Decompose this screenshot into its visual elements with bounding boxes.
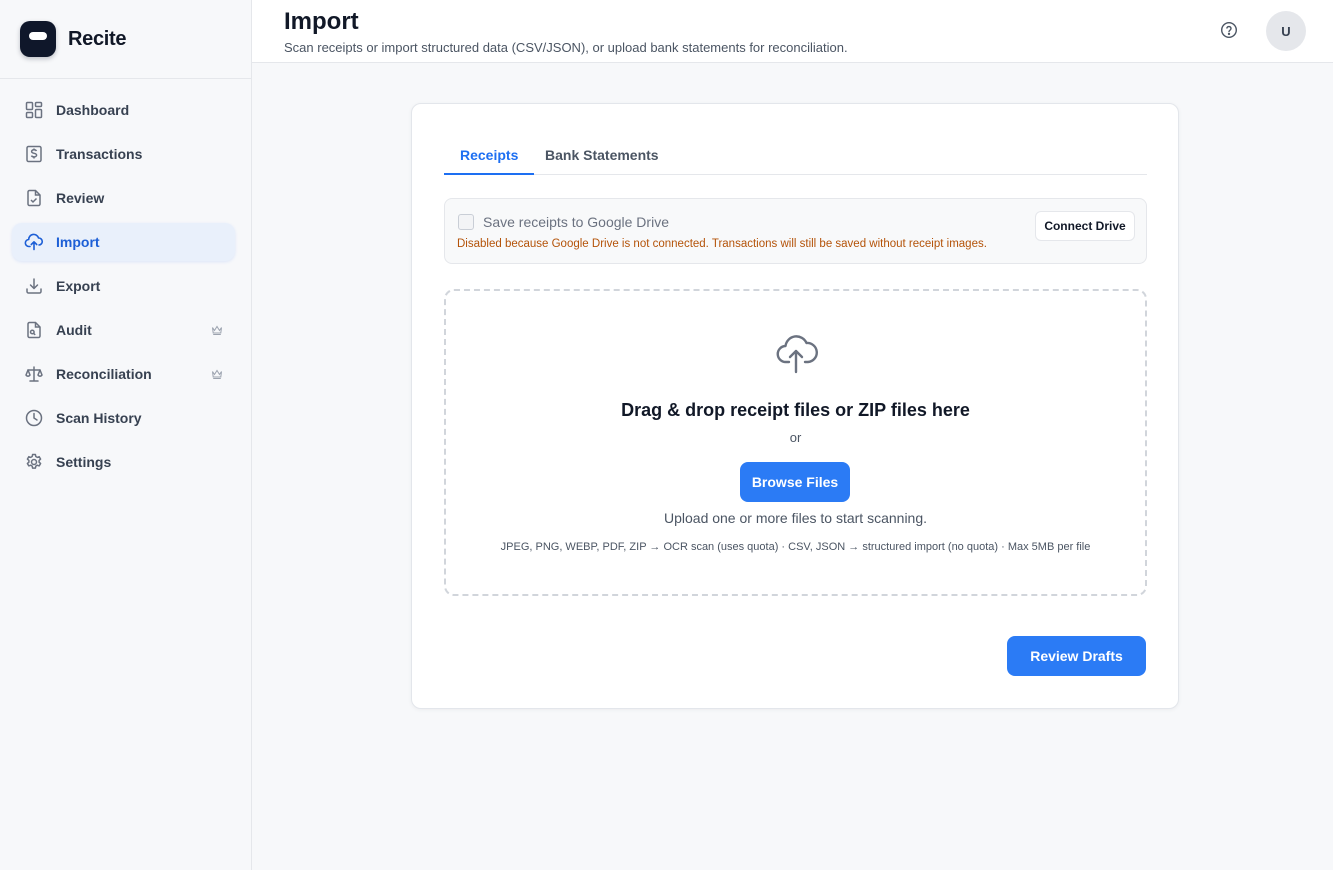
- sidebar-item-label: Review: [56, 190, 105, 206]
- crown-icon: [212, 369, 222, 379]
- tab-receipts[interactable]: Receipts: [444, 137, 535, 175]
- page-subtitle: Scan receipts or import structured data …: [284, 40, 848, 55]
- supported-formats-text: JPEG, PNG, WEBP, PDF, ZIP → OCR scan (us…: [500, 541, 1091, 553]
- dashboard-icon: [25, 101, 43, 119]
- review-drafts-button[interactable]: Review Drafts: [1007, 636, 1146, 676]
- sidebar-item-label: Reconciliation: [56, 366, 152, 382]
- page-header: Import Scan receipts or import structure…: [252, 0, 1333, 63]
- help-icon[interactable]: [1220, 21, 1238, 39]
- brand[interactable]: Recite: [0, 0, 251, 79]
- clock-icon: [25, 409, 43, 427]
- google-drive-option: Save receipts to Google Drive Disabled b…: [444, 198, 1147, 264]
- dropzone-or: or: [789, 430, 802, 445]
- dropzone-hint: Upload one or more files to start scanni…: [663, 510, 928, 526]
- sidebar-item-label: Audit: [56, 322, 92, 338]
- import-card: Receipts Bank Statements Save receipts t…: [411, 103, 1179, 709]
- sidebar-item-import[interactable]: Import: [12, 223, 235, 261]
- scale-icon: [25, 366, 43, 382]
- sidebar-item-audit[interactable]: Audit: [12, 311, 235, 349]
- sidebar: Recite Dashboard Transactions Review Imp…: [0, 0, 252, 870]
- sidebar-item-label: Dashboard: [56, 102, 130, 118]
- file-dropzone[interactable]: Drag & drop receipt files or ZIP files h…: [444, 289, 1147, 596]
- sidebar-nav: Dashboard Transactions Review Import Exp…: [0, 79, 251, 481]
- sidebar-item-label: Settings: [56, 454, 112, 470]
- brand-name: Recite: [68, 27, 127, 50]
- import-tabs: Receipts Bank Statements: [444, 137, 1147, 175]
- sidebar-item-export[interactable]: Export: [12, 267, 235, 305]
- gear-icon: [26, 453, 42, 469]
- sidebar-item-review[interactable]: Review: [12, 179, 235, 217]
- save-to-drive-label: Save receipts to Google Drive: [483, 214, 669, 230]
- logo: [20, 21, 56, 57]
- connect-drive-button[interactable]: Connect Drive: [1035, 211, 1135, 241]
- sidebar-item-reconciliation[interactable]: Reconciliation: [12, 355, 235, 393]
- sidebar-item-label: Import: [56, 234, 100, 250]
- document-search-icon: [27, 321, 41, 339]
- sidebar-item-settings[interactable]: Settings: [12, 443, 235, 481]
- avatar[interactable]: U: [1266, 11, 1306, 51]
- dropzone-title: Drag & drop receipt files or ZIP files h…: [621, 400, 970, 420]
- sidebar-item-dashboard[interactable]: Dashboard: [12, 91, 235, 129]
- browse-files-button[interactable]: Browse Files: [740, 462, 850, 502]
- save-to-drive-checkbox[interactable]: [458, 214, 474, 230]
- cloud-upload-icon: [776, 335, 818, 374]
- sidebar-item-scan-history[interactable]: Scan History: [12, 399, 235, 437]
- document-check-icon: [27, 189, 41, 207]
- sidebar-item-transactions[interactable]: Transactions: [12, 135, 235, 173]
- sidebar-item-label: Scan History: [56, 410, 142, 426]
- sidebar-item-label: Export: [56, 278, 101, 294]
- download-icon: [26, 278, 42, 294]
- dollar-document-icon: [26, 145, 42, 163]
- drive-warning-text: Disabled because Google Drive is not con…: [457, 238, 987, 250]
- page-title: Import: [284, 8, 359, 35]
- crown-icon: [212, 325, 222, 335]
- cloud-upload-icon: [24, 233, 44, 251]
- sidebar-item-label: Transactions: [56, 146, 143, 162]
- tab-bank-statements[interactable]: Bank Statements: [529, 137, 675, 175]
